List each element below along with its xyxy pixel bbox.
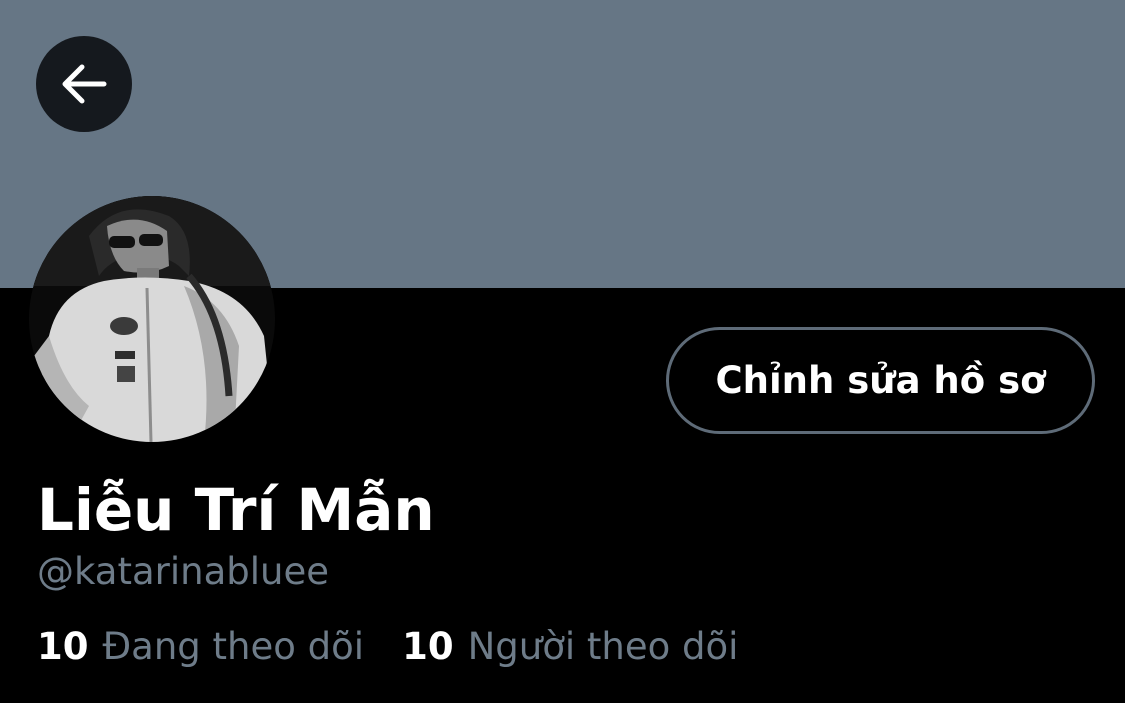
followers-stat[interactable]: 10 Người theo dõi <box>402 620 738 674</box>
profile-screen: Chỉnh sửa hồ sơ Liễu Trí Mẫn @katarinabl… <box>0 0 1125 703</box>
display-name: Liễu Trí Mẫn <box>37 476 435 544</box>
following-count: 10 <box>37 625 89 668</box>
back-button[interactable] <box>36 36 132 132</box>
user-handle: @katarinabluee <box>37 550 329 593</box>
arrow-left-icon <box>56 56 112 112</box>
edit-profile-button[interactable]: Chỉnh sửa hồ sơ <box>666 327 1095 434</box>
followers-label: Người theo dõi <box>467 625 739 668</box>
following-label: Đang theo dõi <box>102 625 365 668</box>
followers-count: 10 <box>402 625 454 668</box>
avatar[interactable] <box>29 196 275 442</box>
follow-stats: 10 Đang theo dõi 10 Người theo dõi <box>37 620 738 674</box>
following-stat[interactable]: 10 Đang theo dõi <box>37 620 364 674</box>
